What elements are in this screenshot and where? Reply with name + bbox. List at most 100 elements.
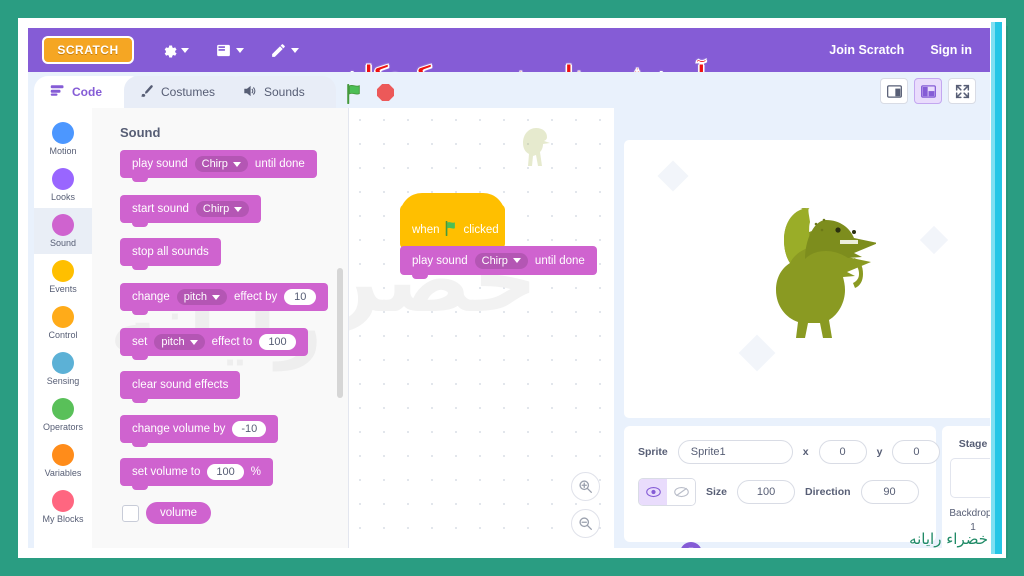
- sprite-visibility-group: [638, 478, 696, 506]
- block-label: clear sound effects: [132, 379, 229, 391]
- stage-area: Sprite Sprite1 x 0 y 0 Size 100 Directio…: [618, 108, 990, 548]
- block-palette[interactable]: رایانه Sound play sound Chirp until done…: [92, 108, 348, 548]
- dropdown-value: Chirp: [481, 254, 508, 267]
- category-looks[interactable]: Looks: [34, 162, 92, 208]
- volume-checkbox[interactable]: [122, 505, 139, 522]
- category-dot: [52, 352, 74, 374]
- category-sound[interactable]: Sound: [34, 208, 92, 254]
- category-dot: [52, 122, 74, 144]
- code-canvas[interactable]: خضر when clicked play sound Chirp until …: [348, 108, 614, 548]
- tab-sounds[interactable]: Sounds: [226, 76, 336, 108]
- outer-frame: SCRATCH Join Scratch Sign in Code Costum…: [22, 22, 1002, 554]
- menu-right-group: Join Scratch Sign in: [829, 28, 972, 72]
- backdrops-label: Backdrops: [949, 508, 990, 519]
- block-play-sound-until-done[interactable]: play sound Chirp until done: [120, 150, 317, 182]
- script-block-play-sound[interactable]: play sound Chirp until done: [400, 246, 597, 279]
- reporter-volume[interactable]: volume: [146, 502, 212, 524]
- category-my-blocks[interactable]: My Blocks: [34, 484, 92, 530]
- block-label-tail: effect by: [233, 291, 278, 303]
- block-label: play sound: [132, 158, 188, 170]
- category-variables[interactable]: Variables: [34, 438, 92, 484]
- block-set-volume-to[interactable]: set volume to 100 %: [120, 458, 273, 490]
- category-label: Operators: [42, 422, 84, 432]
- block-label: stop all sounds: [132, 246, 209, 258]
- block-stop-all-sounds[interactable]: stop all sounds: [120, 238, 221, 270]
- block-clear-sound-effects[interactable]: clear sound effects: [120, 371, 241, 403]
- zoom-controls: [571, 472, 600, 538]
- category-motion[interactable]: Motion: [34, 116, 92, 162]
- category-dot: [52, 260, 74, 282]
- sign-in-link[interactable]: Sign in: [930, 43, 972, 57]
- stage-decor-square: [919, 225, 949, 255]
- zoom-out-button[interactable]: [571, 509, 600, 538]
- category-operators[interactable]: Operators: [34, 392, 92, 438]
- stage-canvas: [624, 140, 990, 418]
- script-sound-dropdown[interactable]: Chirp: [474, 252, 528, 269]
- block-when-flag-clicked[interactable]: when clicked: [400, 193, 505, 248]
- editor-tabs: Code Costumes Sounds: [28, 72, 990, 108]
- direction-label: Direction: [805, 486, 851, 498]
- tab-costumes-label: Costumes: [161, 85, 216, 99]
- category-label: Looks: [50, 192, 76, 202]
- chevron-down-icon: [234, 206, 243, 212]
- sprite-y-input[interactable]: 0: [892, 440, 941, 464]
- file-icon: [215, 42, 232, 59]
- x-label: x: [802, 446, 809, 458]
- sprite-size-input[interactable]: 100: [737, 480, 796, 504]
- green-flag-icon[interactable]: [346, 83, 365, 109]
- join-scratch-link[interactable]: Join Scratch: [829, 43, 904, 57]
- block-label-tail: %: [250, 466, 261, 478]
- large-stage-button[interactable]: [914, 78, 942, 104]
- sprite-direction-input[interactable]: 90: [860, 480, 919, 504]
- category-control[interactable]: Control: [34, 300, 92, 346]
- chevron-down-icon: [232, 161, 241, 167]
- block-change-effect-by[interactable]: change pitch effect by 10: [120, 283, 329, 315]
- sound-dropdown[interactable]: Chirp: [195, 201, 250, 217]
- small-stage-button[interactable]: [880, 78, 908, 104]
- block-label: set: [132, 336, 148, 348]
- number-input[interactable]: 100: [207, 464, 244, 480]
- category-label: Sensing: [46, 376, 80, 386]
- y-label: y: [876, 446, 883, 458]
- brand-watermark: خضراء رایانه: [909, 530, 988, 548]
- block-label: change volume by: [132, 423, 226, 435]
- delete-sprite-button[interactable]: [680, 542, 702, 548]
- block-start-sound[interactable]: start sound Chirp: [120, 195, 262, 227]
- settings-menu[interactable]: [160, 42, 189, 59]
- category-label: Sound: [49, 238, 77, 248]
- canvas-divider: [348, 108, 349, 548]
- cyan-accent-inner: [995, 22, 1002, 554]
- speaker-icon: [242, 84, 257, 101]
- eye-hide-icon[interactable]: [667, 479, 695, 505]
- category-events[interactable]: Events: [34, 254, 92, 300]
- hat-suffix: clicked: [463, 224, 499, 236]
- number-input[interactable]: -10: [232, 421, 267, 437]
- sprite-name-input[interactable]: Sprite1: [677, 440, 793, 464]
- number-input[interactable]: 100: [259, 334, 296, 350]
- zoom-in-button[interactable]: [571, 472, 600, 501]
- category-dot: [52, 444, 74, 466]
- stage[interactable]: [624, 140, 990, 418]
- effect-dropdown[interactable]: pitch: [176, 289, 227, 305]
- chevron-down-icon: [512, 258, 521, 263]
- scratch-app: SCRATCH Join Scratch Sign in Code Costum…: [28, 28, 990, 548]
- category-sensing[interactable]: Sensing: [34, 346, 92, 392]
- eye-show-icon[interactable]: [639, 479, 667, 505]
- block-set-effect-to[interactable]: set pitch effect to 100: [120, 328, 308, 360]
- effect-dropdown[interactable]: pitch: [154, 334, 205, 350]
- scratch-logo[interactable]: SCRATCH: [42, 36, 134, 64]
- block-change-volume-by[interactable]: change volume by -10: [120, 415, 279, 447]
- sprite-x-input[interactable]: 0: [818, 440, 867, 464]
- fullscreen-button[interactable]: [948, 78, 976, 104]
- sound-dropdown[interactable]: Chirp: [194, 156, 248, 172]
- category-label: Motion: [49, 146, 77, 156]
- block-label: change: [132, 291, 170, 303]
- tab-code-label: Code: [72, 85, 102, 99]
- sprite-label: Sprite: [638, 446, 668, 458]
- number-input[interactable]: 10: [284, 289, 317, 305]
- file-menu[interactable]: [215, 42, 244, 59]
- script-block-label: play sound: [412, 254, 468, 267]
- stage-thumbnail[interactable]: [950, 458, 990, 498]
- palette-scrollbar[interactable]: [337, 268, 343, 398]
- edit-menu[interactable]: [270, 42, 299, 59]
